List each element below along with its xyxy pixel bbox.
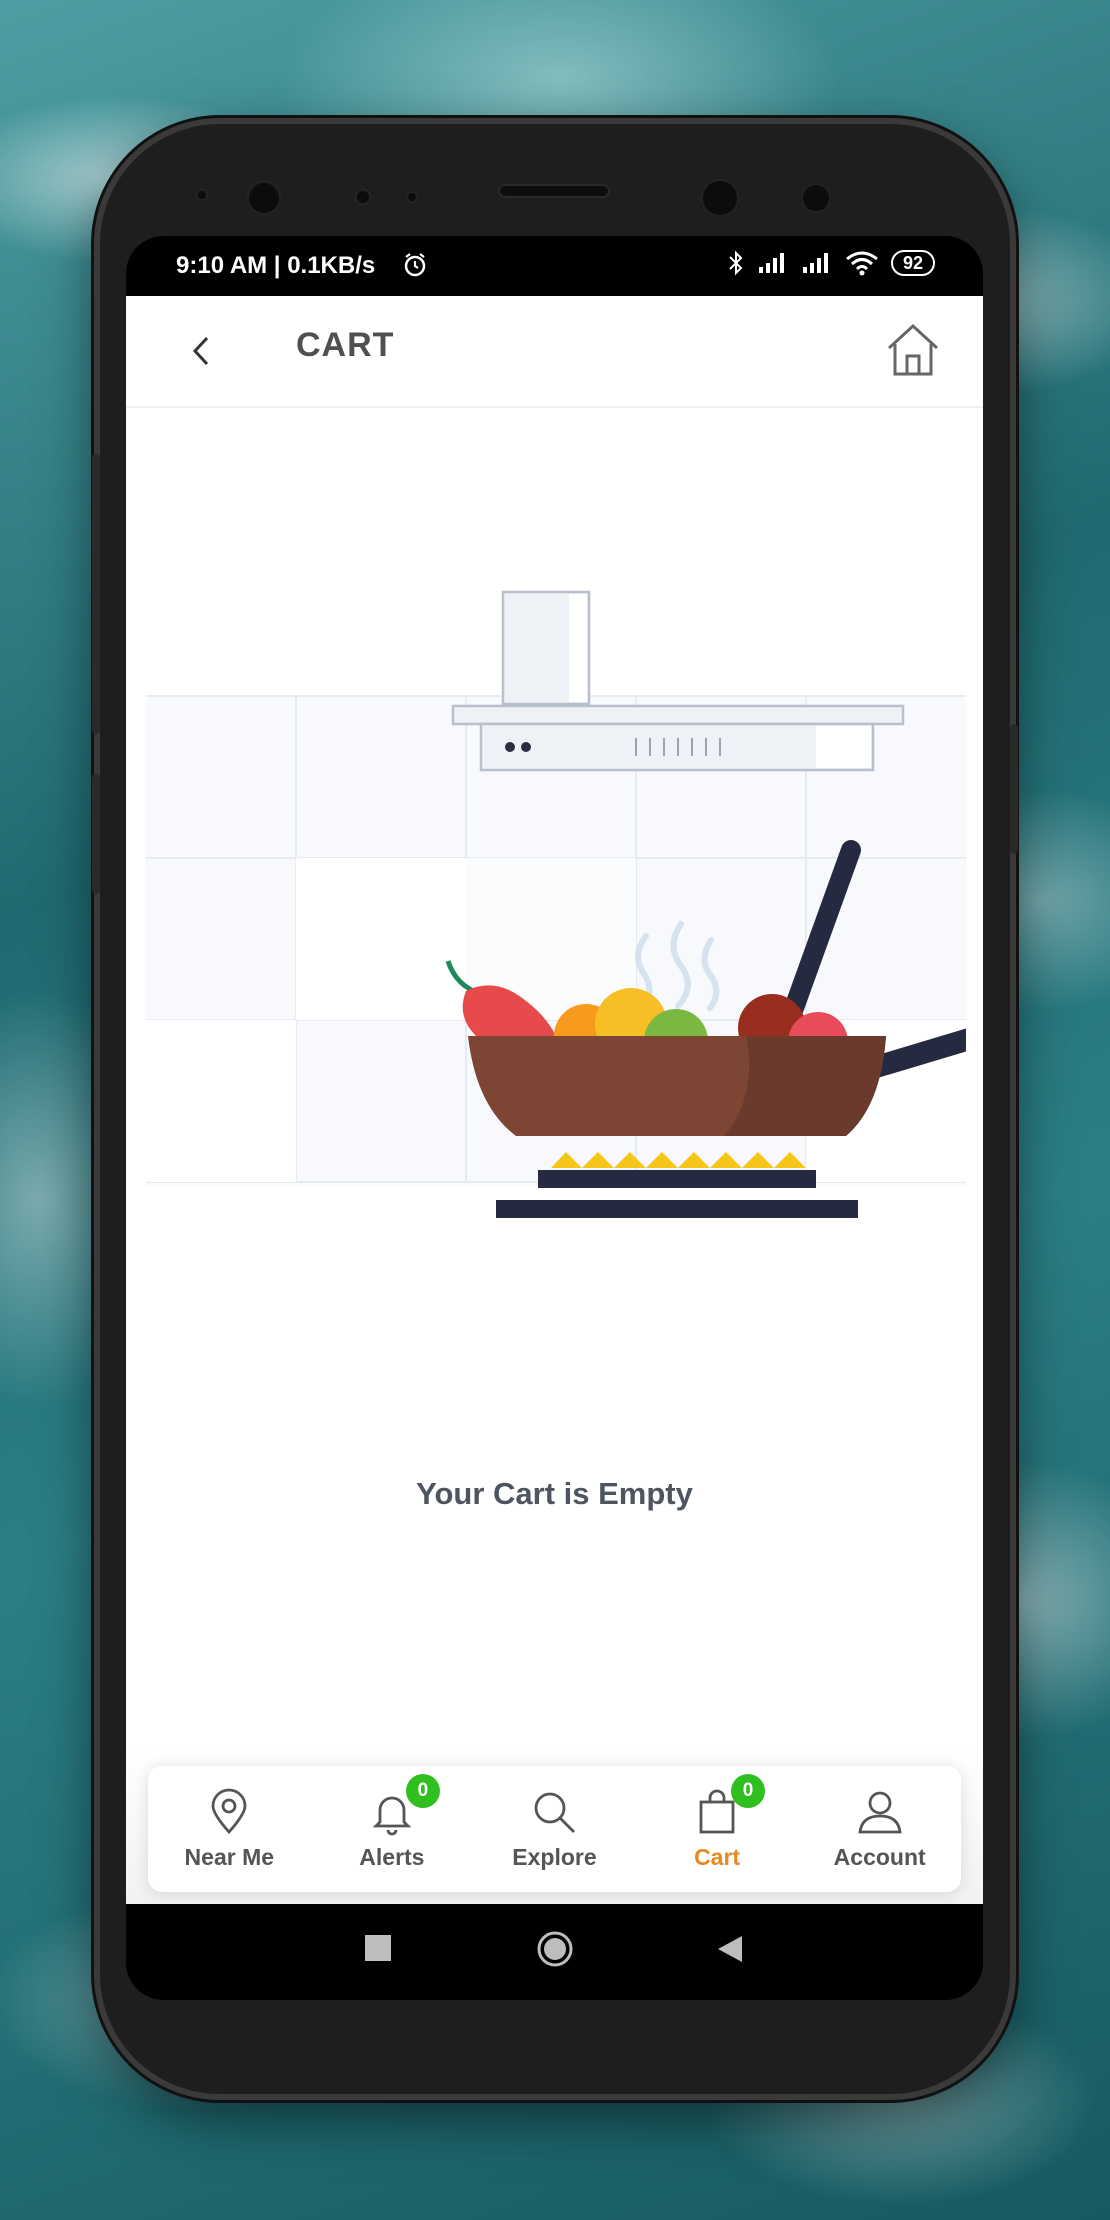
- cart-count-badge: 0: [731, 1773, 766, 1808]
- signal-icon: [758, 253, 784, 273]
- nav-account[interactable]: Account: [810, 1774, 950, 1884]
- signal-icon: [802, 253, 828, 273]
- stove-burner: [538, 1170, 816, 1188]
- side-button: [92, 774, 100, 894]
- page-title: CART: [296, 326, 395, 364]
- nav-label: Explore: [512, 1843, 597, 1870]
- front-camera: [246, 180, 282, 216]
- screen: 9:10 AM | 0.1KB/s 92 CART Your Cart is E…: [126, 236, 983, 2000]
- power-button: [1010, 724, 1018, 854]
- home-icon: [887, 323, 939, 376]
- alarm-icon: [404, 253, 426, 277]
- back-nav-button[interactable]: [716, 1934, 744, 1964]
- nav-label: Cart: [694, 1843, 741, 1870]
- sensor-dot: [405, 190, 419, 204]
- sensor-dot: [354, 188, 372, 206]
- sensor-dot: [195, 188, 209, 202]
- nav-label: Alerts: [359, 1843, 425, 1870]
- bottom-navigation: Near Me 0 Alerts Explore 0 Cart Account: [148, 1766, 961, 1892]
- status-bar: 9:10 AM | 0.1KB/s 92: [126, 236, 983, 296]
- range-hood: [451, 590, 905, 772]
- nav-label: Near Me: [184, 1843, 275, 1870]
- search-icon: [535, 1792, 576, 1833]
- nav-alerts[interactable]: 0 Alerts: [322, 1773, 462, 1884]
- bluetooth-icon: [729, 250, 743, 276]
- battery-indicator: 92: [890, 250, 935, 276]
- system-navigation-bar: [126, 1904, 983, 2000]
- empty-cart-message: Your Cart is Empty: [416, 1476, 693, 1511]
- wifi-icon: [846, 251, 878, 276]
- home-nav-button[interactable]: [536, 1930, 574, 1968]
- back-button[interactable]: [176, 326, 226, 376]
- nav-cart[interactable]: 0 Cart: [647, 1773, 787, 1884]
- user-icon: [858, 1791, 902, 1833]
- map-pin-icon: [211, 1788, 247, 1834]
- recents-button[interactable]: [364, 1934, 392, 1962]
- status-time: 9:10 AM | 0.1KB/s: [176, 252, 376, 279]
- sensor-dot: [800, 182, 832, 214]
- nav-explore[interactable]: Explore: [484, 1774, 624, 1884]
- status-icons: 92: [727, 250, 935, 276]
- nav-near-me[interactable]: Near Me: [159, 1774, 299, 1884]
- earpiece-speaker: [498, 184, 610, 198]
- nav-label: Account: [833, 1843, 926, 1870]
- cart-screen: CART Your Cart is Empty Near Me 0 Alerts…: [126, 296, 983, 1904]
- home-button[interactable]: [883, 320, 943, 380]
- chevron-left-icon: [192, 336, 209, 366]
- rear-sensor: [700, 178, 740, 218]
- alerts-count-badge: 0: [405, 1773, 440, 1808]
- empty-cart-illustration: [146, 590, 966, 1218]
- volume-button: [92, 454, 100, 734]
- stove-base: [496, 1200, 858, 1218]
- app-header: CART: [126, 296, 983, 408]
